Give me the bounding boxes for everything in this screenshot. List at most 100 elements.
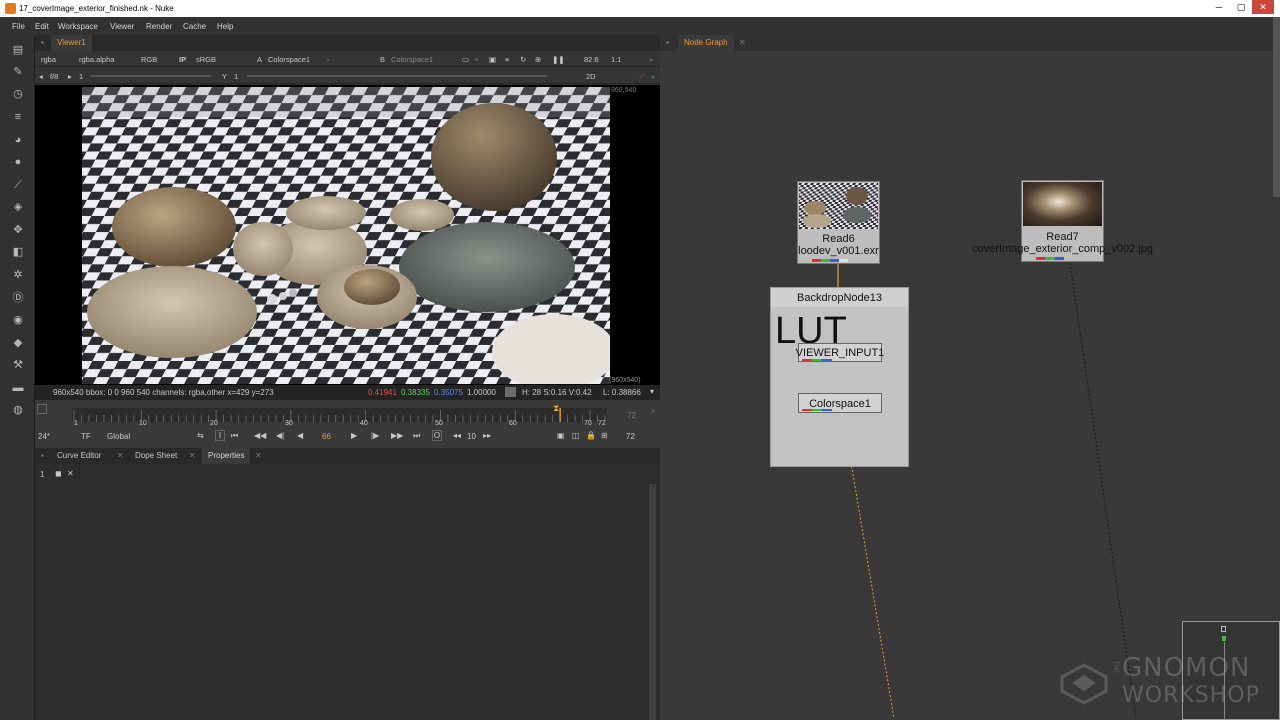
fps-dropdown[interactable]: 24* <box>38 432 50 441</box>
max-panels-field[interactable]: 1 <box>40 470 44 479</box>
frame-step-field[interactable]: 10 <box>467 432 476 441</box>
skip-forward-icon[interactable]: ▸▸ <box>483 431 491 440</box>
close-button[interactable]: ✕ <box>1252 0 1274 14</box>
overlay-icon[interactable]: ▣ <box>489 55 496 64</box>
properties-scrollbar[interactable] <box>649 484 656 720</box>
pause-icon[interactable]: ❚❚ <box>552 55 565 64</box>
frame-range-icon[interactable]: ⊞ <box>601 431 608 440</box>
first-frame-icon[interactable]: ⏮ <box>231 431 238 441</box>
proxy-dropdown[interactable]: 1:1 <box>611 55 621 64</box>
tab-curve-editor[interactable]: Curve Editor <box>51 448 107 464</box>
roi-icon[interactable]: ▭ <box>462 55 469 64</box>
expand2-icon[interactable]: » <box>651 72 655 81</box>
close-curve-editor-icon[interactable]: ✕ <box>111 448 130 464</box>
draw-nodes-icon[interactable]: ✎ <box>11 65 25 79</box>
flipbook-icon[interactable]: ▣ <box>557 431 565 440</box>
last-frame-icon[interactable]: ⏭ <box>413 431 420 441</box>
current-frame-field[interactable]: 66 <box>322 432 331 441</box>
viewer-input-node[interactable]: VIEWER_INPUT1 <box>796 343 884 362</box>
menu-workspace[interactable]: Workspace <box>58 22 98 31</box>
other-nodes-icon[interactable]: ⚒ <box>11 358 25 372</box>
b-input-dropdown[interactable]: Colorspace1 <box>391 55 433 64</box>
gain-field[interactable]: 1 <box>79 72 83 81</box>
particles-nodes-icon[interactable]: ✲ <box>11 268 25 282</box>
3d-nodes-icon[interactable]: ◧ <box>11 245 25 259</box>
fstop-value[interactable]: f/8 <box>50 72 58 81</box>
in-point-icon[interactable]: I <box>215 430 225 441</box>
ip-toggle[interactable]: IP <box>179 55 186 64</box>
out-point-icon[interactable]: O <box>432 430 442 441</box>
alpha-channel-dropdown[interactable]: rgba.alpha <box>79 55 114 64</box>
target-icon[interactable]: ⊕ <box>535 55 541 64</box>
image-nodes-icon[interactable]: ▤ <box>11 43 25 57</box>
display-style-dropdown[interactable]: RGB <box>141 55 157 64</box>
close-properties-icon[interactable]: ✕ <box>249 448 268 464</box>
menu-render[interactable]: Render <box>146 22 172 31</box>
clip-icon[interactable]: ▫ <box>475 55 478 64</box>
info-menu-icon[interactable]: ▾ <box>650 387 654 396</box>
merge-nodes-icon[interactable]: ◈ <box>11 200 25 214</box>
tab-dope-sheet[interactable]: Dope Sheet <box>129 448 183 464</box>
viewer-viewport[interactable]: 960,540 (960x540) <box>35 85 660 385</box>
prev-keyframe-icon[interactable]: ◀◀ <box>254 431 266 440</box>
channel-nodes-icon[interactable]: ≡ <box>11 110 25 124</box>
read7-node[interactable]: Read7 coverImage_exterior_comp_v002.jpg <box>972 180 1153 262</box>
node-graph-panel[interactable]: ▪ Node Graph ✕ BackdropNode13 LUT Read6 <box>660 35 1280 720</box>
timeline-expand-icon[interactable]: » <box>651 406 655 415</box>
window-scrollbar[interactable] <box>1273 17 1280 197</box>
menu-file[interactable]: File <box>12 22 25 31</box>
bottom-panel-menu-icon[interactable]: ▪ <box>35 448 47 464</box>
menu-viewer[interactable]: Viewer <box>110 22 134 31</box>
a-input-dropdown[interactable]: Colorspace1 <box>268 55 310 64</box>
cache-icon[interactable]: ◫ <box>572 431 580 440</box>
range-scope-dropdown[interactable]: Global <box>107 432 130 441</box>
menu-help[interactable]: Help <box>217 22 233 31</box>
metadata-nodes-icon[interactable]: ◆ <box>11 336 25 350</box>
close-dope-sheet-icon[interactable]: ✕ <box>183 448 202 464</box>
toolsets-icon[interactable]: ▬ <box>11 381 25 395</box>
compare-op-dropdown[interactable]: - <box>327 55 330 64</box>
viewer-lut-dropdown[interactable]: sRGB <box>196 55 216 64</box>
minimize-button[interactable]: ─ <box>1208 0 1230 14</box>
filter-nodes-icon[interactable]: ● <box>11 155 25 169</box>
deep-nodes-icon[interactable]: Ⓓ <box>11 291 25 305</box>
play-forward-icon[interactable]: ▶ <box>351 431 357 440</box>
keyer-nodes-icon[interactable]: ⟋ <box>11 178 25 192</box>
skip-back-icon[interactable]: ◂◂ <box>453 431 461 440</box>
gain-slider[interactable] <box>91 75 211 77</box>
gamma-field[interactable]: 1 <box>234 72 238 81</box>
prev-frame-icon[interactable]: ◀| <box>276 431 284 440</box>
bounce-icon[interactable]: ⇆ <box>197 431 204 440</box>
next-keyframe-icon[interactable]: ▶▶ <box>391 431 403 440</box>
expand-icon[interactable]: » <box>649 55 653 64</box>
channels-dropdown[interactable]: rgba <box>41 55 56 64</box>
views-nodes-icon[interactable]: ◉ <box>11 313 25 327</box>
timeline-ruler[interactable] <box>72 408 607 422</box>
menu-lines-icon[interactable]: ≡ <box>505 55 509 64</box>
backdrop-node[interactable]: BackdropNode13 LUT <box>770 287 909 467</box>
clear-properties-icon[interactable]: ✕ <box>67 469 74 478</box>
furnace-nodes-icon[interactable]: ◍ <box>11 403 25 417</box>
time-nodes-icon[interactable]: ◷ <box>11 87 25 101</box>
gamma-slider[interactable] <box>247 75 547 77</box>
maximize-button[interactable]: ▢ <box>1230 0 1252 14</box>
transform-nodes-icon[interactable]: ✥ <box>11 223 25 237</box>
next-frame-icon[interactable]: |▶ <box>371 431 379 440</box>
tf-dropdown[interactable]: TF <box>81 432 91 441</box>
tab-properties[interactable]: Properties <box>202 448 251 464</box>
fstop-next-icon[interactable]: ▸ <box>68 72 72 81</box>
colorspace-node[interactable]: Colorspace1 <box>798 393 882 413</box>
view-mode-dropdown[interactable]: 2D <box>586 72 596 81</box>
color-nodes-icon[interactable]: ◕ <box>11 133 25 147</box>
tab-viewer1[interactable]: Viewer1 <box>51 35 92 51</box>
paint-icon[interactable]: ⟋ <box>639 72 644 82</box>
zoom-dropdown[interactable]: 82.6 <box>584 55 599 64</box>
refresh-icon[interactable]: ↻ <box>520 55 526 64</box>
out-frame-field[interactable]: 72 <box>626 432 635 441</box>
menu-cache[interactable]: Cache <box>183 22 206 31</box>
play-backward-icon[interactable]: ◀ <box>297 431 303 440</box>
fstop-prev-icon[interactable]: ◂ <box>39 72 43 81</box>
panel-menu-icon[interactable]: ▪ <box>35 35 47 51</box>
lock-properties-icon[interactable]: ◼ <box>55 469 62 478</box>
timeline-start-box[interactable] <box>37 404 47 414</box>
